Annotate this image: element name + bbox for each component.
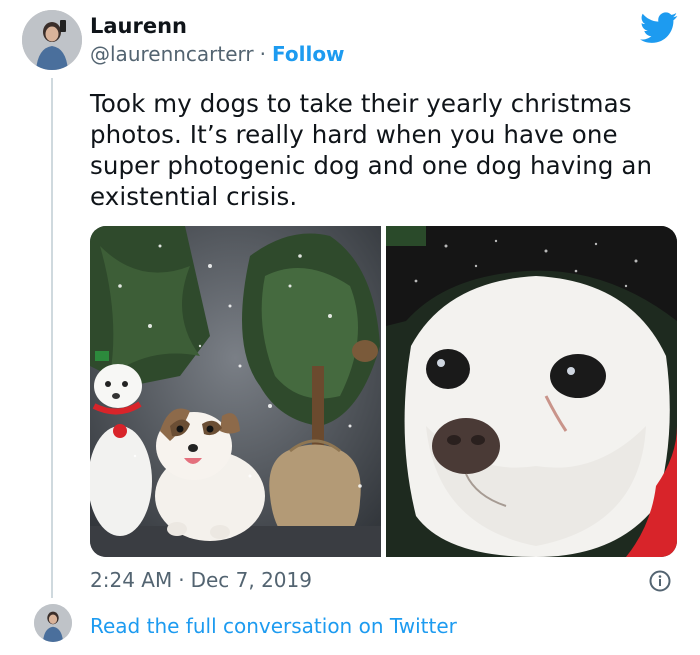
avatar[interactable] [22, 10, 82, 70]
author-handle-row: @laurenncarterr · Follow [90, 42, 345, 66]
twitter-bird-icon[interactable] [640, 12, 678, 44]
tweet-timestamp[interactable]: 2:24 AM · Dec 7, 2019 [90, 568, 312, 592]
photo-dog-closeup[interactable] [386, 226, 677, 557]
photo-two-dogs[interactable] [90, 226, 381, 557]
follow-button[interactable]: Follow [272, 42, 345, 66]
tweet-date: Dec 7, 2019 [190, 568, 312, 592]
read-conversation-link[interactable]: Read the full conversation on Twitter [90, 614, 457, 638]
info-icon[interactable] [648, 569, 672, 593]
author-name[interactable]: Laurenn [90, 14, 187, 38]
tweet-text: Took my dogs to take their yearly christ… [90, 89, 653, 211]
timestamp-separator: · [178, 568, 185, 592]
tweet-media[interactable] [90, 226, 677, 557]
tweet-time: 2:24 AM [90, 568, 173, 592]
author-handle[interactable]: @laurenncarterr [90, 42, 254, 66]
tweet-card: Laurenn @laurenncarterr · Follow Took my d… [0, 0, 700, 655]
footer-avatar[interactable] [34, 604, 72, 642]
thread-line [51, 78, 53, 598]
handle-separator: · [259, 42, 267, 66]
